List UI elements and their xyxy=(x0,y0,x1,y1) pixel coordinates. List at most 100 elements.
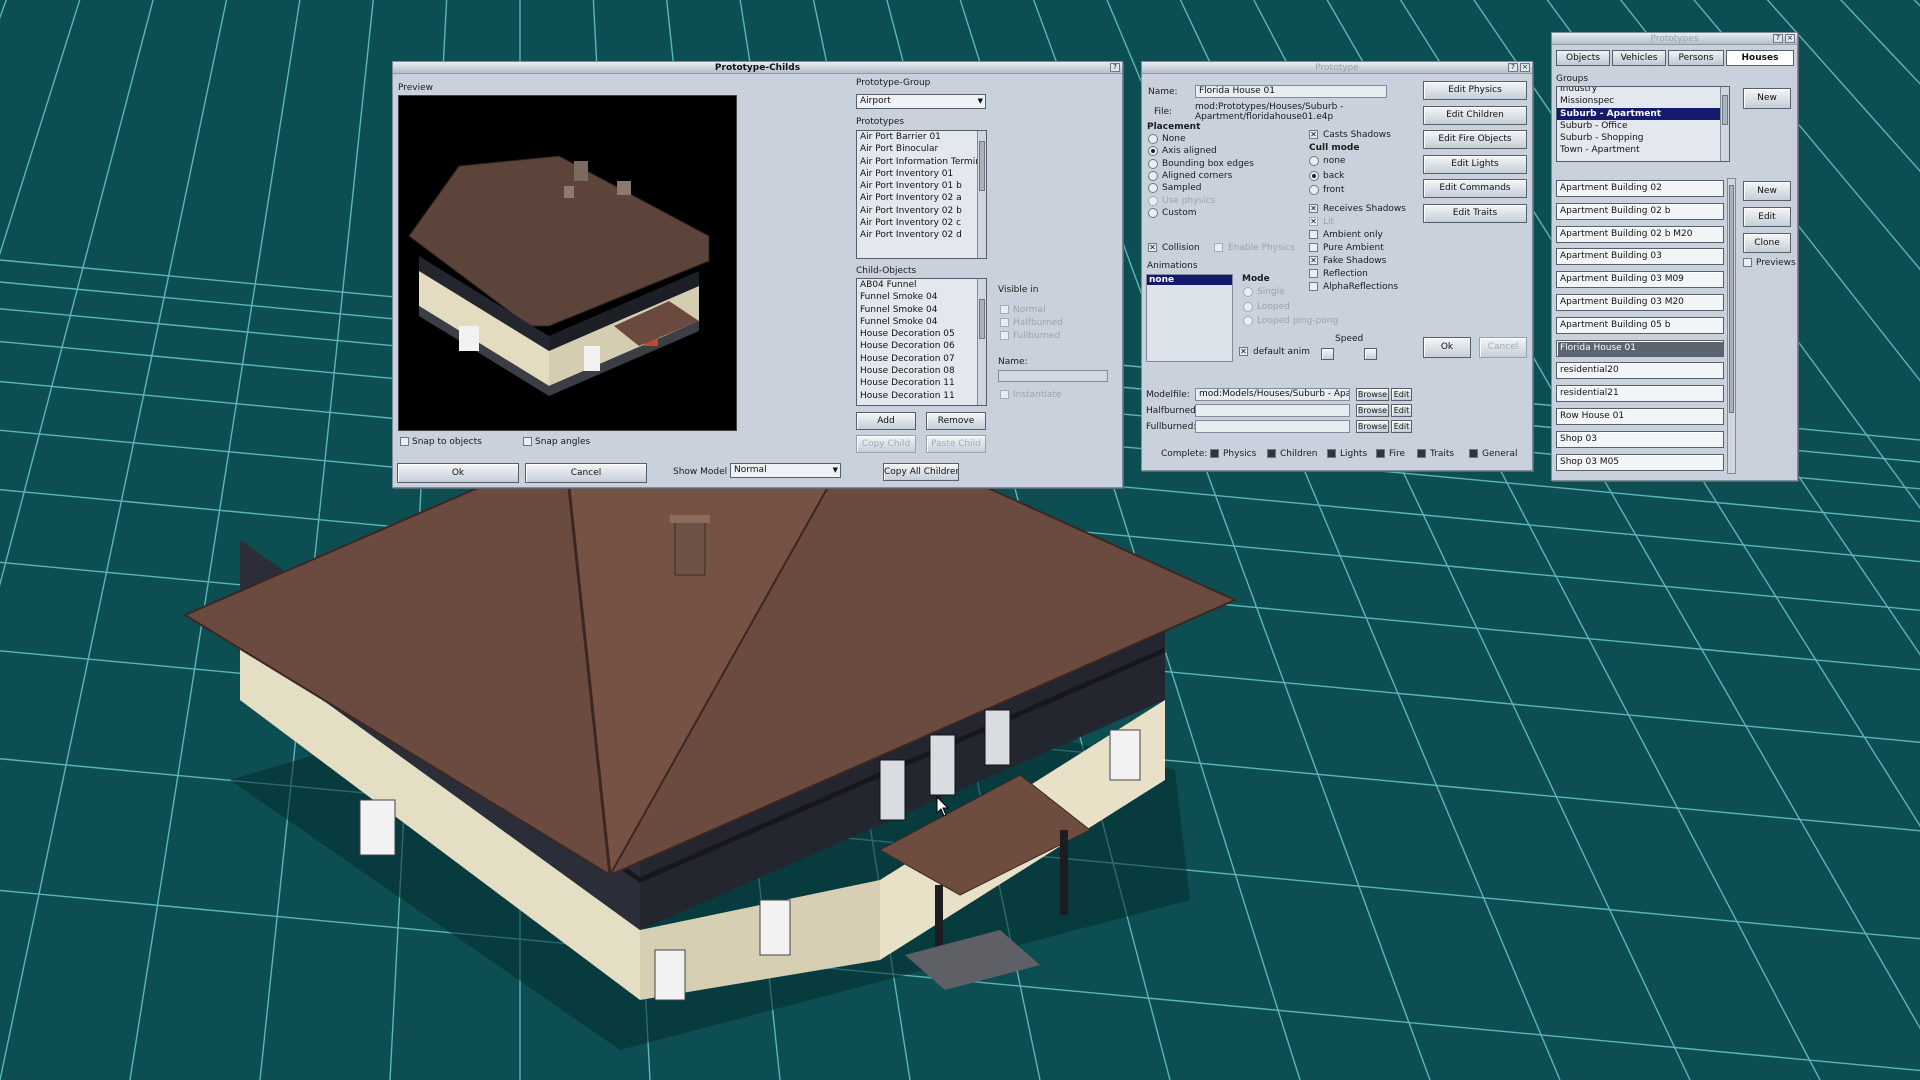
new-group-button[interactable]: New xyxy=(1743,88,1791,109)
prototype-list-item[interactable]: Air Port Information Termin xyxy=(857,156,986,168)
remove-button[interactable]: Remove xyxy=(926,412,986,430)
edit-lights-button[interactable]: Edit Lights xyxy=(1423,154,1527,174)
prototype-item[interactable]: Florida House 01 xyxy=(1556,339,1724,357)
tab-vehicles[interactable]: Vehicles xyxy=(1612,50,1666,66)
close-icon[interactable]: × xyxy=(1520,63,1530,72)
help-icon[interactable]: ? xyxy=(1508,63,1518,72)
close-icon[interactable]: × xyxy=(1785,34,1795,43)
copy-all-children-button[interactable]: Copy All Children xyxy=(883,463,959,481)
prototype-item[interactable]: Apartment Building 05 b xyxy=(1556,316,1724,334)
placement-radio[interactable] xyxy=(1148,207,1158,218)
prototype-group-dropdown[interactable]: Airport ▼ xyxy=(856,94,986,109)
modelfile-edit-button[interactable]: Edit xyxy=(1391,388,1412,401)
prototype-item[interactable]: Apartment Building 02 b M20 xyxy=(1556,225,1724,243)
ok-button[interactable]: Ok xyxy=(397,463,519,483)
visible-halfburned-checkbox[interactable] xyxy=(1000,318,1009,327)
child-object-item[interactable]: House Decoration 07 xyxy=(857,353,986,365)
child-objects-list[interactable]: AB04 Funnel Funnel Smoke 04 Funnel Smoke 0… xyxy=(856,278,987,406)
prototype-list-item[interactable]: Air Port Inventory 01 xyxy=(857,168,986,180)
placement-radio[interactable] xyxy=(1148,146,1158,157)
fullburned-input[interactable] xyxy=(1195,420,1350,433)
ambient-only-checkbox[interactable] xyxy=(1309,230,1318,239)
halfburned-browse-button[interactable]: Browse xyxy=(1356,404,1389,417)
visible-normal-checkbox[interactable] xyxy=(1000,305,1009,314)
fake-shadows-checkbox[interactable]: ✕ xyxy=(1309,256,1318,265)
tab-houses[interactable]: Houses xyxy=(1726,50,1794,66)
edit-fire-objects-button[interactable]: Edit Fire Objects xyxy=(1423,130,1527,149)
prototype-list-item[interactable]: Air Port Binocular xyxy=(857,143,986,155)
prototype-list-item[interactable]: Air Port Inventory 02 c xyxy=(857,217,986,229)
prototype-item[interactable]: Apartment Building 03 M20 xyxy=(1556,294,1724,311)
paste-child-button[interactable]: Paste Child xyxy=(926,435,986,453)
group-list-item[interactable]: Suburb - Apartment xyxy=(1557,107,1729,120)
complete-lights-checkbox[interactable] xyxy=(1327,449,1336,458)
edit-physics-button[interactable]: Edit Physics xyxy=(1423,81,1527,100)
snap-to-objects-checkbox[interactable] xyxy=(400,437,409,446)
cull-mode-radio[interactable] xyxy=(1309,156,1319,166)
child-object-item[interactable]: Funnel Smoke 04 xyxy=(857,316,986,328)
animation-item[interactable]: none xyxy=(1147,275,1232,285)
model-preview[interactable] xyxy=(398,95,737,431)
groups-list[interactable]: Industry Missionspec Suburb - Apartment Sub… xyxy=(1556,86,1730,162)
group-list-item[interactable]: Suburb - Shopping xyxy=(1557,132,1729,144)
group-list-item[interactable]: Industry xyxy=(1557,87,1729,95)
prototype-list-item[interactable]: Air Port Inventory 02 d xyxy=(857,229,986,241)
modelfile-browse-button[interactable]: Browse xyxy=(1356,388,1389,401)
new-prototype-button[interactable]: New xyxy=(1743,181,1791,201)
lit-checkbox[interactable]: ✕ xyxy=(1309,217,1318,226)
fullburned-edit-button[interactable]: Edit xyxy=(1391,420,1412,433)
child-object-item[interactable]: House Decoration 08 xyxy=(857,365,986,377)
group-list-item[interactable]: Missionspec xyxy=(1557,95,1729,107)
prototype-item[interactable]: Apartment Building 03 M09 xyxy=(1556,271,1724,289)
cancel-button[interactable]: Cancel xyxy=(525,463,647,483)
alpha-reflections-checkbox[interactable] xyxy=(1309,282,1318,291)
default-anim-checkbox[interactable]: ✕ xyxy=(1239,347,1248,356)
prototype-item[interactable]: Shop 03 M05 xyxy=(1556,453,1724,471)
placement-radio[interactable] xyxy=(1148,195,1158,206)
complete-general-checkbox[interactable] xyxy=(1469,449,1478,458)
placement-radio[interactable] xyxy=(1148,183,1158,194)
fullburned-browse-button[interactable]: Browse xyxy=(1356,420,1389,433)
placement-radio[interactable] xyxy=(1148,170,1158,181)
child-object-item[interactable]: Funnel Smoke 04 xyxy=(857,291,986,303)
animation-mode-radio[interactable] xyxy=(1243,316,1253,326)
child-object-item[interactable]: AB04 Funnel xyxy=(857,279,986,291)
copy-child-button[interactable]: Copy Child xyxy=(856,435,916,453)
speed-increase-button[interactable] xyxy=(1364,348,1377,360)
child-objects-scrollbar[interactable] xyxy=(977,279,986,405)
clone-prototype-button[interactable]: Clone xyxy=(1743,233,1791,253)
child-object-item[interactable]: House Decoration 11 xyxy=(857,377,986,389)
receives-shadows-checkbox[interactable]: ✕ xyxy=(1309,204,1318,213)
visible-fullburned-checkbox[interactable] xyxy=(1000,331,1009,340)
complete-traits-checkbox[interactable] xyxy=(1417,449,1426,458)
previews-checkbox[interactable] xyxy=(1743,258,1752,267)
animation-mode-radio[interactable] xyxy=(1243,287,1253,297)
animations-list[interactable]: none xyxy=(1146,274,1233,362)
cull-mode-radio[interactable] xyxy=(1309,185,1319,195)
prototypes-scrollbar[interactable] xyxy=(977,131,986,258)
child-name-input[interactable] xyxy=(998,370,1108,382)
ok-button[interactable]: Ok xyxy=(1423,337,1471,358)
tab-objects[interactable]: Objects xyxy=(1556,50,1610,66)
child-object-item[interactable]: House Decoration 11 xyxy=(857,390,986,402)
placement-radio[interactable] xyxy=(1148,158,1158,169)
snap-angles-checkbox[interactable] xyxy=(523,437,532,446)
placement-radio[interactable] xyxy=(1148,134,1158,144)
tab-persons[interactable]: Persons xyxy=(1668,50,1724,66)
prototype-list-item[interactable]: Air Port Inventory 01 b xyxy=(857,180,986,192)
complete-children-checkbox[interactable] xyxy=(1267,449,1276,458)
help-icon[interactable]: ? xyxy=(1773,34,1783,43)
add-button[interactable]: Add xyxy=(856,412,916,430)
complete-fire-checkbox[interactable] xyxy=(1376,449,1385,458)
modelfile-input[interactable]: mod:Models/Houses/Suburb - Apart xyxy=(1195,388,1350,401)
child-object-item[interactable]: House Decoration 05 xyxy=(857,328,986,340)
prototype-item[interactable]: residential20 xyxy=(1556,362,1724,380)
name-input[interactable]: Florida House 01 xyxy=(1195,85,1387,98)
animation-mode-radio[interactable] xyxy=(1243,301,1253,312)
edit-children-button[interactable]: Edit Children xyxy=(1423,105,1527,125)
prototype-list-item[interactable]: Air Port Barrier 01 xyxy=(857,131,986,143)
complete-physics-checkbox[interactable] xyxy=(1210,449,1219,458)
prototype-list-item[interactable]: Air Port Inventory 02 b xyxy=(857,205,986,217)
prototype-item[interactable]: Shop 03 xyxy=(1556,430,1724,448)
show-model-dropdown[interactable]: Normal ▼ xyxy=(730,463,841,478)
